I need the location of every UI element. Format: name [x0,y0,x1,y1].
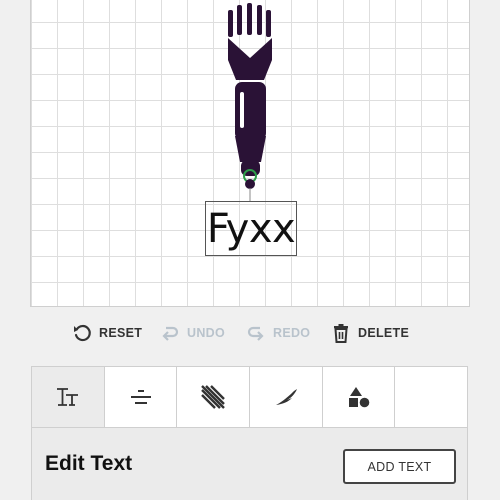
brush-stroke-icon [275,389,297,405]
tab-text[interactable] [32,367,105,427]
redo-label: REDO [273,326,311,340]
reset-icon [74,324,91,342]
shapes-icon [348,387,369,408]
delete-label: DELETE [358,326,410,340]
reset-label: RESET [99,326,143,340]
undo-icon [162,326,179,341]
tab-brush[interactable] [250,367,323,427]
tab-more[interactable] [395,367,467,427]
action-bar: RESET UNDO REDO DELETE [0,318,500,348]
redo-icon [247,326,264,341]
delete-button[interactable]: DELETE [331,318,409,348]
stripes-pattern-icon [201,385,226,409]
trash-icon [334,324,348,343]
tab-pattern[interactable] [177,367,251,427]
tab-align[interactable] [105,367,178,427]
paintbrush-graphic[interactable] [31,0,471,307]
design-canvas[interactable]: Fyxx [30,0,470,307]
edit-text-panel: Edit Text ADD TEXT [31,428,468,500]
align-center-icon [130,390,151,404]
text-layer[interactable]: Fyxx [205,201,297,256]
text-style-icon [56,388,78,406]
tab-shapes[interactable] [323,367,396,427]
tool-tabs [31,366,468,428]
reset-button[interactable]: RESET [72,318,142,348]
add-text-button[interactable]: ADD TEXT [343,449,456,484]
undo-button[interactable]: UNDO [160,318,225,348]
panel-title: Edit Text [45,452,133,475]
undo-label: UNDO [187,326,226,340]
redo-button[interactable]: REDO [246,318,310,348]
